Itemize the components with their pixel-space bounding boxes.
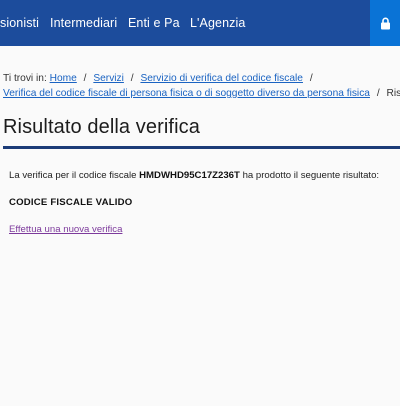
- breadcrumb-line-1: Ti trovi in: Home / Servizi / Servizio d…: [3, 71, 400, 86]
- result-text-before: La verifica per il codice fiscale: [9, 170, 137, 181]
- page-title: Risultato della verifica: [3, 116, 200, 138]
- breadcrumb-link-servizi[interactable]: Servizi: [93, 73, 124, 84]
- nav-item-agenzia[interactable]: L'Agenzia: [190, 16, 245, 30]
- breadcrumb-separator: /: [376, 88, 380, 99]
- breadcrumb-separator: /: [83, 73, 87, 84]
- breadcrumb-line-2: Verifica del codice fiscale di persona f…: [3, 86, 400, 101]
- codice-fiscale-value: HMDWHD95C17Z236T: [139, 170, 240, 181]
- breadcrumb-separator: /: [130, 73, 134, 84]
- breadcrumb-link-servizio-verifica[interactable]: Servizio di verifica del codice fiscale: [140, 73, 303, 84]
- page: sionisti Intermediari Enti e Pa L'Agenzi…: [0, 0, 400, 406]
- breadcrumb: Ti trovi in: Home / Servizi / Servizio d…: [3, 71, 400, 101]
- lock-icon: [380, 17, 390, 29]
- title-divider: [3, 146, 400, 149]
- breadcrumb-link-verifica-codice-fiscale[interactable]: Verifica del codice fiscale di persona f…: [3, 88, 370, 99]
- result-text-after: ha prodotto il seguente risultato:: [242, 170, 380, 181]
- nav-item-intermediari[interactable]: Intermediari: [50, 16, 117, 30]
- nav-item-enti-e-pa[interactable]: Enti e Pa: [128, 16, 180, 30]
- nav-item-professionisti[interactable]: sionisti: [0, 16, 39, 30]
- breadcrumb-separator: /: [309, 73, 313, 84]
- top-navigation-bar: sionisti Intermediari Enti e Pa L'Agenzi…: [0, 0, 400, 46]
- breadcrumb-link-home[interactable]: Home: [50, 73, 77, 84]
- result-status: CODICE FISCALE VALIDO: [9, 197, 133, 208]
- login-button[interactable]: [370, 0, 400, 46]
- new-verification-link[interactable]: Effettua una nuova verifica: [9, 224, 122, 235]
- breadcrumb-prefix: Ti trovi in:: [3, 73, 47, 84]
- result-description: La verifica per il codice fiscale HMDWHD…: [9, 170, 379, 181]
- breadcrumb-current: Risultato: [386, 88, 400, 99]
